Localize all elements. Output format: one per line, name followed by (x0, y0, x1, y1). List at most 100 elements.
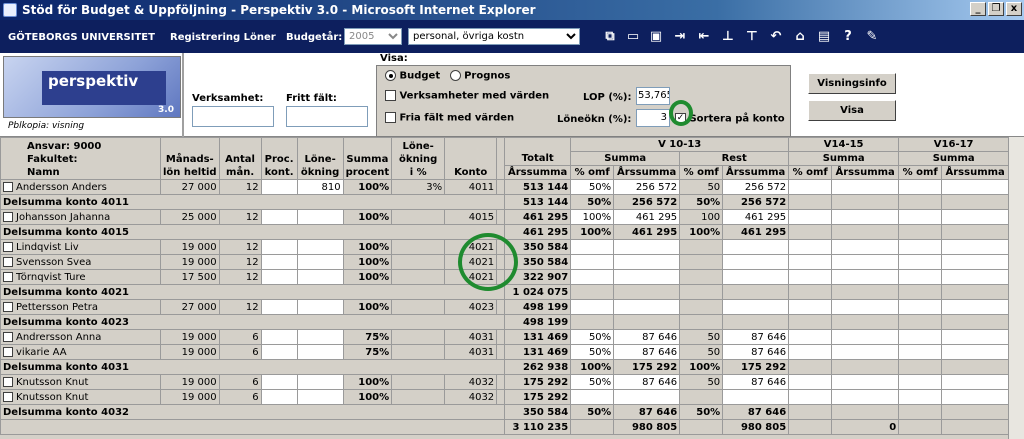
loneokning-input[interactable] (296, 344, 344, 360)
proc-input[interactable] (260, 254, 298, 270)
loneokn-input[interactable]: 3 (636, 109, 670, 127)
fritt-falt-input[interactable] (286, 106, 368, 127)
visningsinfo-button[interactable]: Visningsinfo (808, 73, 896, 94)
omf-input[interactable] (570, 239, 615, 255)
empty-cell[interactable] (898, 254, 943, 270)
tree-collapse-icon[interactable]: ⊤ (744, 29, 760, 45)
empty-cell[interactable] (788, 344, 833, 360)
lop-input[interactable]: 53,765 (636, 87, 670, 105)
expand-right-icon[interactable]: ⇥ (672, 29, 688, 45)
empty-cell[interactable] (898, 374, 943, 390)
open-folder-icon[interactable]: ▭ (625, 29, 641, 45)
proc-input[interactable] (260, 209, 298, 225)
empty-cell[interactable] (788, 179, 833, 195)
empty-cell[interactable] (831, 209, 900, 225)
verksamhet-input[interactable] (192, 106, 274, 127)
empty-cell[interactable] (831, 254, 900, 270)
proc-input[interactable] (260, 269, 298, 285)
loneokning-input[interactable] (296, 374, 344, 390)
table-row[interactable]: Knutsson Knut 19 000 6 100% 4032 175 292 50% 87… (0, 374, 1010, 390)
tree-expand-icon[interactable]: ⊥ (720, 29, 736, 45)
empty-cell[interactable] (788, 239, 833, 255)
empty-cell[interactable] (898, 269, 943, 285)
table-row[interactable]: Johansson Jahanna 25 000 12 100% 4015 461 295… (0, 209, 1010, 225)
empty-cell[interactable] (898, 299, 943, 315)
proc-input[interactable] (260, 239, 298, 255)
proc-input[interactable] (260, 374, 298, 390)
category-select[interactable]: personal, övriga kostn (408, 28, 580, 45)
empty-cell[interactable] (941, 179, 1010, 195)
omf-input[interactable] (570, 299, 615, 315)
omf-input[interactable] (570, 389, 615, 405)
loneokning-input[interactable] (296, 254, 344, 270)
collapse-right-icon[interactable]: ⇤ (696, 29, 712, 45)
row-checkbox[interactable] (3, 181, 13, 192)
empty-cell[interactable] (831, 374, 900, 390)
empty-cell[interactable] (941, 254, 1010, 270)
help-icon[interactable]: ? (840, 29, 856, 45)
empty-cell[interactable] (898, 179, 943, 195)
minimize-button[interactable]: _ (970, 2, 986, 16)
empty-cell[interactable] (941, 299, 1010, 315)
table-row[interactable]: Pettersson Petra 27 000 12 100% 4023 498 199 (0, 299, 1010, 315)
table-row[interactable]: Andersson Anders 27 000 12 810 100% 3% 4011 513… (0, 179, 1010, 195)
empty-cell[interactable] (898, 239, 943, 255)
proc-input[interactable] (260, 344, 298, 360)
empty-cell[interactable] (831, 239, 900, 255)
omf-input[interactable]: 50% (570, 374, 615, 390)
proc-input[interactable] (260, 299, 298, 315)
prognos-radio[interactable] (449, 70, 461, 81)
verksamheter-checkbox[interactable] (385, 90, 396, 101)
table-row[interactable]: Andrersson Anna 19 000 6 75% 4031 131 469 50% 8… (0, 329, 1010, 345)
empty-cell[interactable] (831, 344, 900, 360)
empty-cell[interactable] (941, 209, 1010, 225)
empty-cell[interactable] (788, 269, 833, 285)
save-icon[interactable]: ▣ (648, 29, 664, 45)
row-checkbox[interactable] (3, 256, 13, 267)
print-icon[interactable]: ▤ (816, 29, 832, 45)
proc-input[interactable] (260, 389, 298, 405)
empty-cell[interactable] (788, 329, 833, 345)
empty-cell[interactable] (898, 389, 943, 405)
undo-icon[interactable]: ↶ (768, 29, 784, 45)
loneokning-input[interactable]: 810 (296, 179, 344, 195)
loneokning-input[interactable] (296, 329, 344, 345)
empty-cell[interactable] (941, 344, 1010, 360)
row-checkbox[interactable] (3, 331, 13, 342)
row-checkbox[interactable] (3, 376, 13, 387)
empty-cell[interactable] (831, 329, 900, 345)
row-checkbox[interactable] (3, 391, 13, 402)
empty-cell[interactable] (788, 389, 833, 405)
loneokning-input[interactable] (296, 209, 344, 225)
tools-icon[interactable]: ✎ (864, 29, 880, 45)
row-checkbox[interactable] (3, 301, 13, 312)
loneokning-input[interactable] (296, 239, 344, 255)
vertical-scrollbar[interactable] (1008, 137, 1024, 439)
empty-cell[interactable] (941, 374, 1010, 390)
empty-cell[interactable] (898, 344, 943, 360)
empty-cell[interactable] (898, 209, 943, 225)
empty-cell[interactable] (941, 329, 1010, 345)
empty-cell[interactable] (788, 299, 833, 315)
omf-input[interactable] (570, 269, 615, 285)
row-checkbox[interactable] (3, 241, 13, 252)
empty-cell[interactable] (941, 269, 1010, 285)
row-checkbox[interactable] (3, 211, 13, 222)
proc-input[interactable] (260, 329, 298, 345)
omf-input[interactable]: 50% (570, 329, 615, 345)
maximize-button[interactable]: ❐ (988, 2, 1004, 16)
table-row[interactable]: Knutsson Knut 19 000 6 100% 4032 175 292 (0, 389, 1010, 405)
empty-cell[interactable] (831, 389, 900, 405)
empty-cell[interactable] (788, 209, 833, 225)
omf-input[interactable]: 50% (570, 344, 615, 360)
omf-input[interactable]: 100% (570, 209, 615, 225)
row-checkbox[interactable] (3, 271, 13, 282)
loneokning-input[interactable] (296, 269, 344, 285)
close-button[interactable]: x (1006, 2, 1022, 16)
fria-falt-checkbox[interactable] (385, 112, 396, 123)
registrering-link[interactable]: Registrering Löner (170, 32, 276, 43)
budget-radio[interactable] (385, 70, 396, 81)
empty-cell[interactable] (831, 269, 900, 285)
row-checkbox[interactable] (3, 346, 13, 357)
visa-button[interactable]: Visa (808, 100, 896, 121)
